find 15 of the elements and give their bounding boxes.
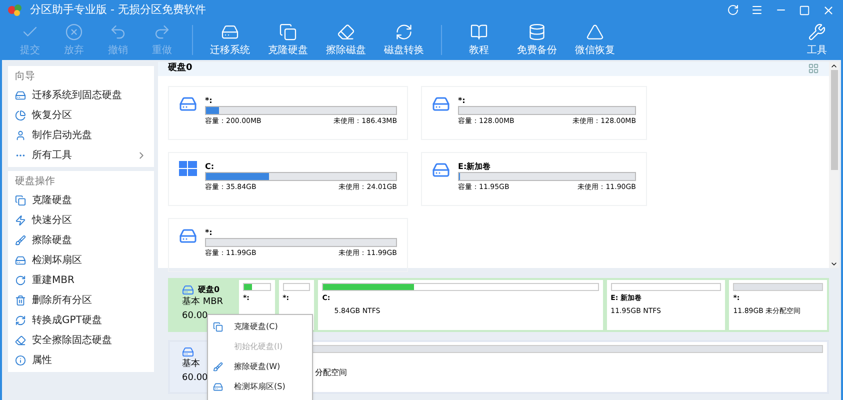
disk-size: 60.00 <box>182 372 208 384</box>
disk-type: 基本 <box>182 358 200 371</box>
partition-name: C: <box>205 160 216 172</box>
partition-name: E:新加卷 <box>458 160 492 172</box>
disk-name: 硬盘0 <box>198 284 220 296</box>
sidebar-section-title: 向导 <box>14 70 36 84</box>
partition-name: *: <box>458 94 466 106</box>
partition-name: *: <box>205 94 214 106</box>
disk-type: 基本 MBR <box>182 296 224 309</box>
partition-info: 分配空间 <box>314 367 348 379</box>
disk-size: 60.00 <box>182 310 208 322</box>
disk-header: 硬盘0 <box>168 62 192 75</box>
window-title: 分区助手专业版 - 无损分区免费软件 <box>30 2 206 18</box>
sidebar-section-title: 硬盘操作 <box>14 175 56 189</box>
partition-name: *: <box>205 226 214 238</box>
